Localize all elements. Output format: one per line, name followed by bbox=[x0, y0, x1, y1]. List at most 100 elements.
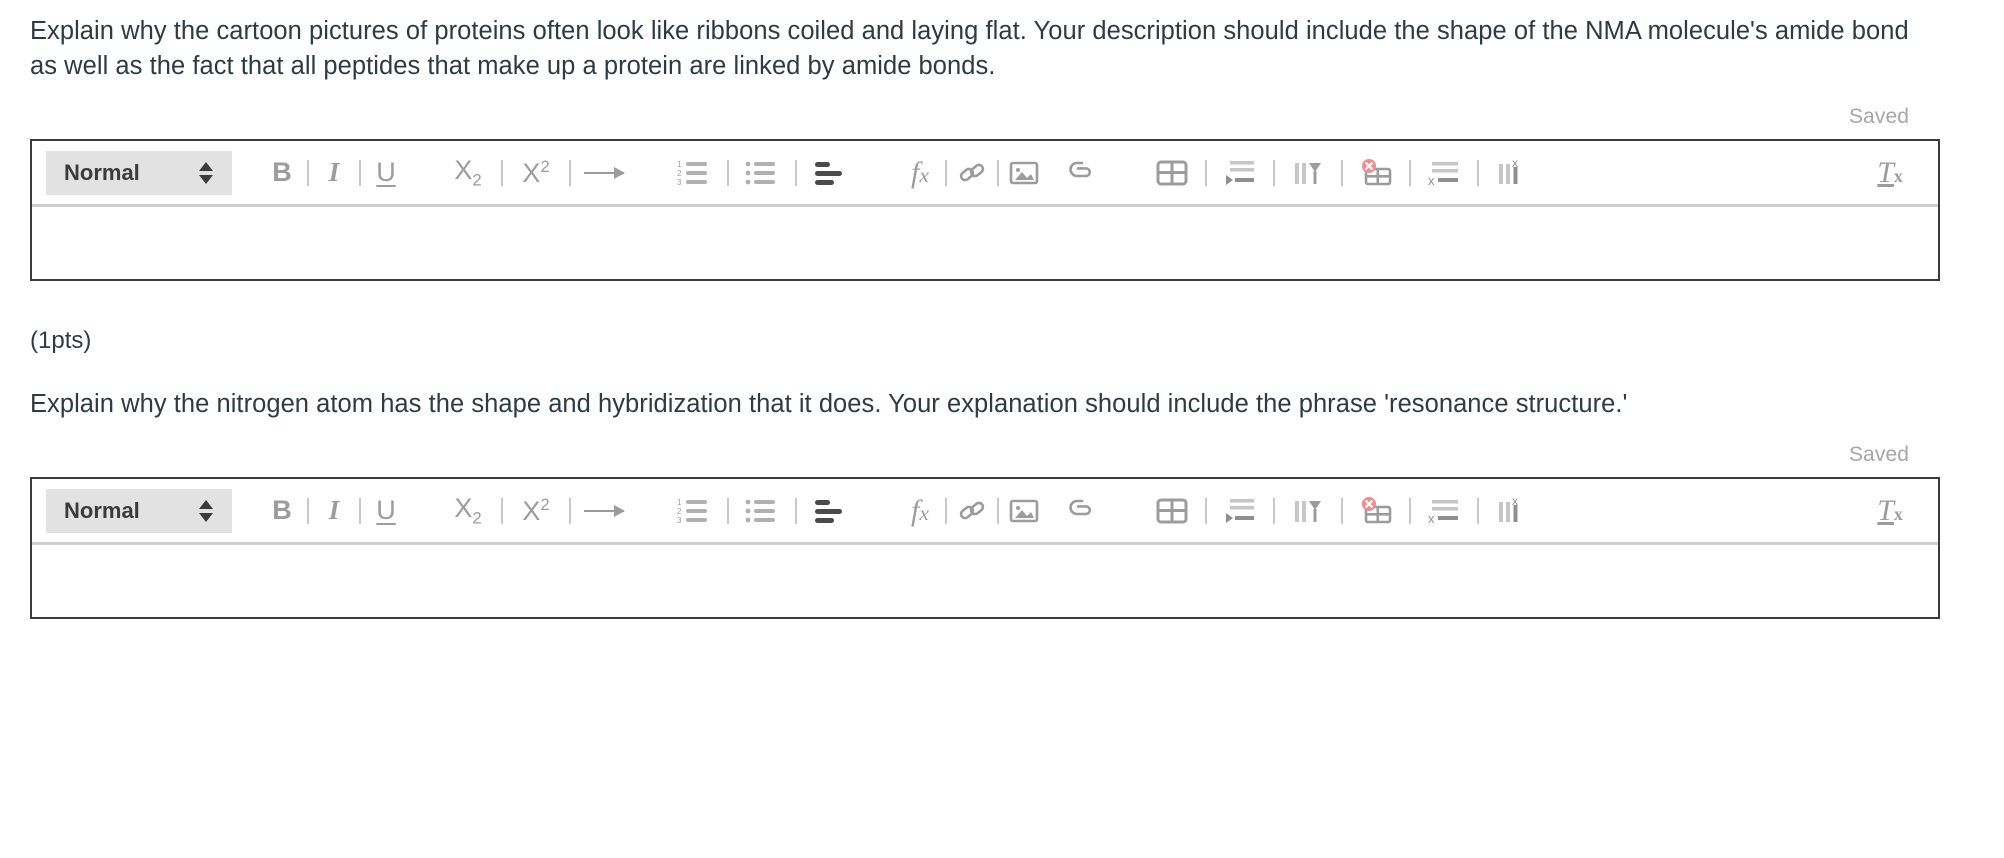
list-group: 1 2 3 bbox=[668, 489, 856, 533]
equation-button[interactable]: fx bbox=[902, 489, 938, 533]
delete-table-icon bbox=[1362, 496, 1392, 524]
toolbar-divider bbox=[501, 497, 503, 524]
column-properties-button[interactable] bbox=[1282, 489, 1334, 533]
insert-table-button[interactable] bbox=[1146, 151, 1198, 195]
numbered-list-button[interactable]: 1 2 3 bbox=[668, 151, 720, 195]
delete-table-icon bbox=[1362, 158, 1392, 186]
column-properties-icon bbox=[1295, 500, 1321, 522]
insert-row-icon bbox=[1226, 498, 1254, 523]
delete-column-button[interactable]: x bbox=[1486, 151, 1538, 195]
underline-button[interactable]: U bbox=[368, 151, 404, 195]
svg-text:3: 3 bbox=[677, 178, 682, 187]
toolbar-divider bbox=[1273, 497, 1275, 524]
toolbar-divider bbox=[997, 159, 999, 186]
italic-button[interactable]: I bbox=[316, 489, 352, 533]
save-status-label: Saved bbox=[1848, 443, 1909, 467]
underline-button[interactable]: U bbox=[368, 489, 404, 533]
italic-button[interactable]: I bbox=[316, 151, 352, 195]
toolbar-divider bbox=[1409, 159, 1411, 186]
editor-content-area-1[interactable] bbox=[32, 207, 1938, 280]
toolbar-divider bbox=[1205, 497, 1207, 524]
toolbar-divider bbox=[501, 159, 503, 186]
toolbar-divider bbox=[997, 497, 999, 524]
question-2-save-row: Saved bbox=[30, 443, 1974, 467]
bulleted-list-icon bbox=[745, 161, 775, 185]
bulleted-list-button[interactable] bbox=[736, 151, 788, 195]
subscript-button[interactable]: X2 bbox=[442, 151, 494, 195]
delete-row-button[interactable]: x bbox=[1418, 151, 1470, 195]
editor-content-area-2[interactable] bbox=[32, 545, 1938, 618]
bold-button[interactable]: B bbox=[264, 151, 300, 195]
svg-text:1: 1 bbox=[677, 498, 682, 507]
svg-text:2: 2 bbox=[677, 507, 682, 516]
attachment-button[interactable] bbox=[1064, 151, 1100, 195]
block-format-select[interactable]: Normal bbox=[46, 488, 232, 533]
text-direction-button[interactable] bbox=[578, 151, 630, 195]
toolbar-divider bbox=[359, 159, 361, 186]
link-icon bbox=[959, 163, 985, 182]
rich-content-editor-2[interactable]: Normal B I U X2 X2 1 2 3 fx x x Tx bbox=[30, 477, 1940, 620]
image-button[interactable] bbox=[1006, 151, 1042, 195]
toolbar-divider bbox=[569, 159, 571, 186]
clear-formatting-button[interactable]: Tx bbox=[1872, 489, 1908, 533]
delete-column-icon: x bbox=[1499, 497, 1518, 522]
toolbar-divider bbox=[1477, 159, 1479, 186]
image-button[interactable] bbox=[1006, 489, 1042, 533]
block-format-select[interactable]: Normal bbox=[46, 150, 232, 195]
align-text-button[interactable] bbox=[804, 489, 856, 533]
toolbar-divider bbox=[359, 497, 361, 524]
svg-text:x: x bbox=[1428, 511, 1435, 525]
align-left-icon bbox=[815, 499, 842, 523]
delete-row-icon: x bbox=[1428, 499, 1458, 525]
toolbar-divider bbox=[1409, 497, 1411, 524]
superscript-button[interactable]: X2 bbox=[510, 151, 562, 195]
column-properties-button[interactable] bbox=[1282, 151, 1334, 195]
clear-formatting-button[interactable]: Tx bbox=[1872, 151, 1908, 195]
link-button[interactable] bbox=[954, 151, 990, 195]
delete-table-button[interactable] bbox=[1350, 151, 1402, 195]
delete-table-button[interactable] bbox=[1350, 489, 1402, 533]
toolbar-divider bbox=[1477, 497, 1479, 524]
image-icon bbox=[1009, 161, 1039, 185]
link-icon bbox=[959, 501, 985, 520]
editor-toolbar-2: Normal B I U X2 X2 1 2 3 fx x x Tx bbox=[32, 479, 1938, 546]
toolbar-divider bbox=[795, 159, 797, 186]
delete-row-button[interactable]: x bbox=[1418, 489, 1470, 533]
bulleted-list-button[interactable] bbox=[736, 489, 788, 533]
question-page: Explain why the cartoon pictures of prot… bbox=[0, 0, 2004, 858]
svg-text:x: x bbox=[1512, 159, 1518, 170]
bold-button[interactable]: B bbox=[264, 489, 300, 533]
toolbar-divider bbox=[1205, 159, 1207, 186]
image-icon bbox=[1009, 499, 1039, 523]
toolbar-divider bbox=[727, 159, 729, 186]
right-arrow-icon bbox=[584, 504, 625, 517]
attachment-button[interactable] bbox=[1064, 489, 1100, 533]
equation-button[interactable]: fx bbox=[902, 151, 938, 195]
text-style-group: B I U bbox=[264, 489, 404, 533]
delete-column-icon: x bbox=[1499, 159, 1518, 184]
chevron-updown-icon bbox=[196, 158, 216, 188]
paperclip-icon bbox=[1069, 499, 1092, 516]
script-group: X2 X2 bbox=[442, 489, 630, 533]
bulleted-list-icon bbox=[745, 499, 775, 523]
link-button[interactable] bbox=[954, 489, 990, 533]
superscript-button[interactable]: X2 bbox=[510, 489, 562, 533]
insert-row-button[interactable] bbox=[1214, 489, 1266, 533]
toolbar-divider bbox=[727, 497, 729, 524]
subscript-button[interactable]: X2 bbox=[442, 489, 494, 533]
insert-table-button[interactable] bbox=[1146, 489, 1198, 533]
svg-text:2: 2 bbox=[677, 169, 682, 178]
text-style-group: B I U bbox=[264, 151, 404, 195]
delete-column-button[interactable]: x bbox=[1486, 489, 1538, 533]
numbered-list-button[interactable]: 1 2 3 bbox=[668, 489, 720, 533]
align-text-button[interactable] bbox=[804, 151, 856, 195]
table-icon bbox=[1156, 498, 1188, 524]
svg-text:3: 3 bbox=[677, 516, 682, 525]
numbered-list-icon: 1 2 3 bbox=[677, 498, 707, 525]
text-direction-button[interactable] bbox=[578, 489, 630, 533]
toolbar-divider bbox=[307, 159, 309, 186]
rich-content-editor-1[interactable]: Normal B I U X2 X2 1 2 3 fx x x Tx bbox=[30, 139, 1940, 282]
insert-row-button[interactable] bbox=[1214, 151, 1266, 195]
numbered-list-icon: 1 2 3 bbox=[677, 160, 707, 187]
table-group: x x bbox=[1146, 489, 1538, 533]
